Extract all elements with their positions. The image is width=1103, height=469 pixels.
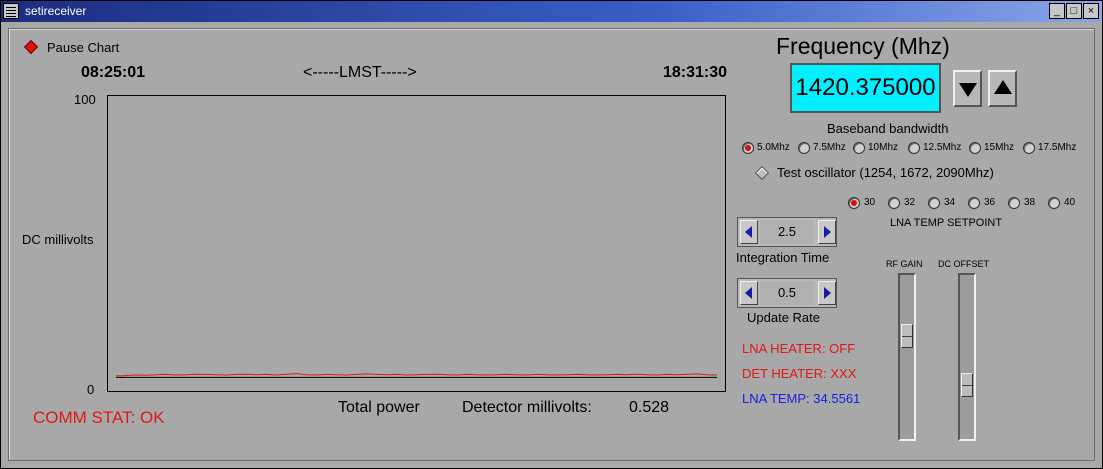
y-axis-title: DC millivolts	[22, 232, 94, 247]
integration-time-label: Integration Time	[736, 250, 830, 265]
bandwidth-radio-label: 15Mhz	[984, 142, 1015, 153]
bandwidth-radio-label: 10Mhz	[868, 142, 899, 153]
app-window: setireceiver _ □ × Pause Chart 08:25:01 …	[0, 0, 1103, 469]
lna-temp-radio-34[interactable]	[928, 197, 940, 209]
lna-temp-label: LNA TEMP SETPOINT	[890, 217, 1003, 229]
bandwidth-radio-label: 5.0Mhz	[757, 142, 790, 153]
lna-temp-radio-label: 30	[864, 197, 876, 208]
integration-time-value[interactable]: 2.5	[760, 220, 814, 244]
frequency-down-button[interactable]	[953, 70, 982, 107]
minimize-button[interactable]: _	[1049, 3, 1065, 19]
frequency-input[interactable]: 1420.375000	[790, 63, 941, 113]
update-decrease-button[interactable]	[740, 281, 758, 305]
window-title: setireceiver	[25, 4, 87, 18]
update-rate-value[interactable]: 0.5	[760, 281, 814, 305]
rf-gain-slider-handle[interactable]	[901, 324, 913, 348]
update-increase-button[interactable]	[818, 281, 836, 305]
bandwidth-radio-label: 12.5Mhz	[923, 142, 962, 153]
bandwidth-radio-label: 7.5Mhz	[813, 142, 846, 153]
dc-offset-slider-handle[interactable]	[961, 373, 973, 397]
window-menu-icon[interactable]	[3, 3, 19, 19]
lna-temp-radio-label: 34	[944, 197, 956, 208]
arrow-down-icon	[959, 83, 977, 97]
bandwidth-radio-10mhz[interactable]	[853, 142, 865, 154]
update-rate-spinner: 0.5	[737, 278, 837, 308]
rf-gain-slider[interactable]	[898, 273, 916, 441]
close-button[interactable]: ×	[1083, 3, 1099, 19]
dc-millivolts-series-line	[115, 373, 718, 377]
bandwidth-radio-7-5mhz[interactable]	[798, 142, 810, 154]
dc-offset-slider[interactable]	[958, 273, 976, 441]
lna-temp-radio-label: 36	[984, 197, 996, 208]
pause-chart-label: Pause Chart	[47, 40, 120, 55]
rf-gain-label: RF GAIN	[886, 259, 923, 269]
title-bar[interactable]: setireceiver _ □ ×	[1, 1, 1102, 22]
total-power-label: Total power	[338, 399, 420, 416]
bandwidth-radio-15mhz[interactable]	[969, 142, 981, 154]
lna-heater-status: LNA HEATER: OFF	[742, 341, 856, 356]
comm-status: COMM STAT: OK	[33, 408, 165, 427]
maximize-button[interactable]: □	[1066, 3, 1082, 19]
bandwidth-radio-12-5mhz[interactable]	[908, 142, 920, 154]
test-oscillator-label: Test oscillator (1254, 1672, 2090Mhz)	[777, 165, 994, 180]
frequency-title: Frequency (Mhz)	[776, 33, 950, 59]
lna-temp-radio-38[interactable]	[1008, 197, 1020, 209]
y-axis-min-label: 0	[87, 382, 95, 397]
lna-temp-radio-36[interactable]	[968, 197, 980, 209]
bandwidth-radio-5-0mhz[interactable]	[742, 142, 754, 154]
dc-offset-label: DC OFFSET	[938, 259, 989, 269]
update-rate-label: Update Rate	[747, 310, 820, 325]
det-heater-status: DET HEATER: XXX	[742, 366, 857, 381]
lmst-label: <-----LMST----->	[303, 64, 417, 81]
detector-millivolts-label: Detector millivolts:	[462, 399, 592, 416]
integration-decrease-button[interactable]	[740, 220, 758, 244]
lna-temp-radio-label: 40	[1064, 197, 1076, 208]
lna-temp-radio-label: 38	[1024, 197, 1036, 208]
lna-temp-radio-label: 32	[904, 197, 916, 208]
lna-temp-readout: LNA TEMP: 34.5561	[742, 391, 861, 406]
chart-svg	[115, 373, 718, 378]
time-start: 08:25:01	[81, 64, 146, 81]
bandwidth-radio-17-5mhz[interactable]	[1023, 142, 1035, 154]
frequency-up-button[interactable]	[988, 70, 1017, 107]
integration-increase-button[interactable]	[818, 220, 836, 244]
lna-temp-radio-40[interactable]	[1048, 197, 1060, 209]
arrow-up-icon	[994, 80, 1012, 94]
bandwidth-label: Baseband bandwidth	[827, 121, 949, 136]
lna-temp-radio-30[interactable]	[848, 197, 860, 209]
y-axis-max-label: 100	[74, 92, 96, 107]
dc-millivolts-chart	[107, 95, 726, 392]
bandwidth-radio-label: 17.5Mhz	[1038, 142, 1077, 153]
detector-millivolts-value: 0.528	[629, 399, 670, 416]
lna-temp-radio-32[interactable]	[888, 197, 900, 209]
time-end: 18:31:30	[663, 64, 728, 81]
integration-time-spinner: 2.5	[737, 217, 837, 247]
